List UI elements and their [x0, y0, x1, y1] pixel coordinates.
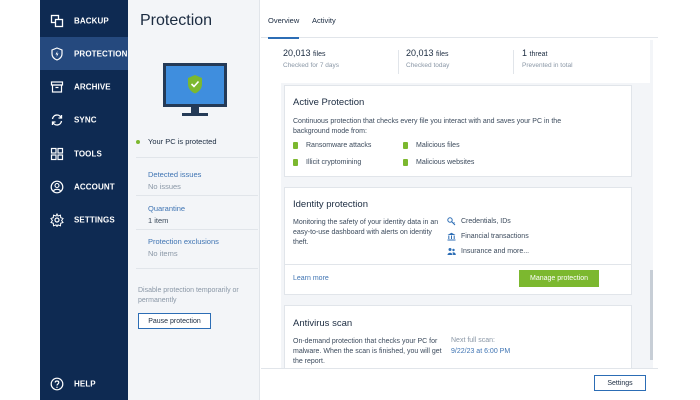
archive-icon [50, 80, 64, 93]
stat-number: 20,013 [406, 48, 434, 58]
stat-label: Checked for 7 days [283, 62, 340, 69]
stat-label: Prevented in total [522, 62, 573, 69]
monitor-shield-icon [163, 63, 227, 116]
sidebar-item-settings[interactable]: SETTINGS [40, 203, 128, 236]
stat-label: Checked today [406, 62, 450, 69]
learn-more-link[interactable]: Learn more [293, 275, 329, 282]
card-description: Monitoring the safety of your identity d… [293, 219, 439, 246]
tab-activity[interactable]: Activity [312, 16, 336, 25]
main-content: Overview Activity 20,013 files Checked f… [261, 0, 658, 400]
sidebar-item-protection[interactable]: PROTECTION [40, 37, 128, 70]
stat-number: 20,013 [283, 48, 311, 58]
copy-icon [50, 14, 64, 27]
help-icon [50, 377, 64, 390]
user-icon [50, 180, 64, 193]
feature-item: Malicious websites [403, 159, 474, 166]
disable-protection-text: Disable protection temporarily or perman… [138, 287, 239, 304]
detected-issues-link[interactable]: Detected issues [148, 170, 201, 179]
bullet-icon [403, 159, 408, 166]
manage-protection-button[interactable]: Manage protection [519, 270, 599, 287]
stat-week: 20,013 files Checked for 7 days [283, 48, 393, 69]
bullet-icon [293, 142, 298, 149]
key-icon [447, 217, 456, 226]
next-scan-value[interactable]: 9/22/23 at 6:00 PM [451, 348, 510, 355]
divider [136, 268, 258, 269]
sidebar: BACKUP PROTECTION ARCHIVE SYNC TOOLS ACC… [40, 0, 128, 400]
identity-item: Insurance and more... [447, 247, 529, 256]
exclusions-section: Protection exclusions No items [148, 237, 219, 258]
sidebar-item-tools[interactable]: TOOLS [40, 137, 128, 170]
antivirus-scan-card: Antivirus scan On-demand protection that… [284, 305, 632, 375]
sidebar-item-label: HELP [74, 379, 96, 388]
sync-icon [51, 113, 63, 126]
settings-button[interactable]: Settings [594, 375, 646, 391]
active-protection-card: Active Protection Continuous protection … [284, 85, 632, 177]
shield-icon [51, 46, 63, 61]
sidebar-item-help[interactable]: HELP [40, 367, 128, 400]
grid-icon [50, 147, 64, 160]
sidebar-item-label: SYNC [74, 115, 97, 124]
card-title: Identity protection [293, 199, 368, 210]
divider [136, 229, 258, 230]
status-dot [136, 139, 140, 144]
scrollbar-thumb[interactable] [650, 270, 653, 360]
exclusions-value: No items [148, 249, 178, 258]
footer-bar: Settings [261, 368, 658, 400]
sidebar-item-account[interactable]: ACCOUNT [40, 170, 128, 203]
sidebar-item-sync[interactable]: SYNC [40, 103, 128, 136]
stat-threats: 1 threat Prevented in total [522, 48, 632, 69]
quarantine-section: Quarantine 1 item [148, 204, 185, 225]
divider [136, 195, 258, 196]
stat-number: 1 [522, 48, 528, 58]
divider [513, 50, 514, 74]
stat-today: 20,013 files Checked today [406, 48, 516, 69]
tab-bar: Overview Activity [261, 0, 658, 39]
sidebar-item-label: PROTECTION [74, 49, 128, 58]
sidebar-item-backup[interactable]: BACKUP [40, 4, 128, 37]
next-scan-label: Next full scan: [451, 337, 495, 344]
app-window: BACKUP PROTECTION ARCHIVE SYNC TOOLS ACC… [40, 0, 658, 400]
card-title: Active Protection [293, 97, 365, 108]
stats-row: 20,013 files Checked for 7 days 20,013 f… [281, 48, 654, 78]
identity-protection-card: Identity protection Monitoring the safet… [284, 187, 632, 295]
divider [285, 264, 631, 265]
tab-overview[interactable]: Overview [268, 16, 300, 39]
pause-protection-button[interactable]: Pause protection [138, 313, 211, 329]
protection-panel: Protection Your PC is protected Detected… [128, 0, 260, 400]
identity-item: Credentials, IDs [447, 217, 511, 226]
sidebar-item-label: ACCOUNT [74, 182, 115, 191]
exclusions-link[interactable]: Protection exclusions [148, 237, 219, 246]
sidebar-item-label: SETTINGS [74, 215, 115, 224]
card-description: Continuous protection that checks every … [293, 118, 562, 135]
sidebar-item-label: BACKUP [74, 16, 109, 25]
feature-item: Malicious files [403, 142, 460, 149]
sidebar-item-archive[interactable]: ARCHIVE [40, 70, 128, 103]
bullet-icon [293, 159, 298, 166]
stat-unit: threat [529, 51, 548, 58]
divider [136, 157, 258, 158]
detected-issues-value: No issues [148, 182, 181, 191]
card-description: On-demand protection that checks your PC… [293, 338, 442, 365]
bullet-icon [403, 142, 408, 149]
stat-unit: files [313, 51, 326, 58]
people-icon [447, 248, 456, 255]
bank-icon [447, 232, 456, 241]
divider [398, 50, 399, 74]
cards-area: Active Protection Continuous protection … [281, 83, 651, 375]
sidebar-item-label: ARCHIVE [74, 82, 111, 91]
quarantine-value: 1 item [148, 216, 169, 225]
stat-unit: files [436, 51, 449, 58]
protection-status: Your PC is protected [136, 137, 217, 146]
card-title: Antivirus scan [293, 318, 353, 329]
status-text: Your PC is protected [148, 137, 217, 146]
identity-item: Financial transactions [447, 232, 529, 241]
quarantine-link[interactable]: Quarantine [148, 204, 185, 213]
page-title: Protection [140, 12, 213, 29]
feature-item: Illicit cryptomining [293, 159, 361, 166]
feature-item: Ransomware attacks [293, 142, 371, 149]
sidebar-item-label: TOOLS [74, 149, 102, 158]
detected-issues-section: Detected issues No issues [148, 170, 201, 191]
gear-icon [50, 212, 64, 227]
